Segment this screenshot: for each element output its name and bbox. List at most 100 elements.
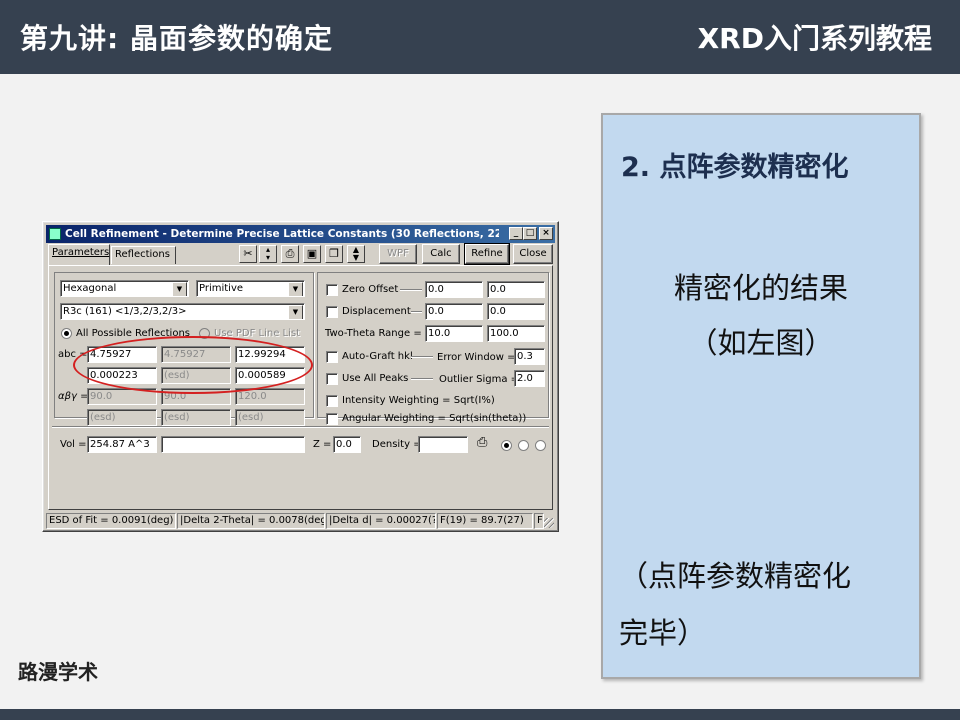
zero-offset-label: Zero Offset bbox=[342, 284, 399, 295]
output-radio-2[interactable] bbox=[518, 440, 529, 451]
tab-parameters-label: Parameters bbox=[52, 247, 110, 258]
dialog-title: Cell Refinement - Determine Precise Latt… bbox=[65, 228, 499, 240]
a-esd-field[interactable]: 0.000223 bbox=[87, 367, 157, 384]
all-reflections-radio[interactable] bbox=[61, 328, 72, 339]
two-theta-max-field[interactable]: 100.0 bbox=[487, 325, 545, 342]
cut-icon[interactable]: ✂ bbox=[239, 245, 257, 263]
abc-label: abc = bbox=[58, 349, 88, 360]
panel-complete-text: （点阵参数精密化 bbox=[619, 559, 852, 593]
printer-icon[interactable]: ⎙ bbox=[477, 436, 487, 449]
chevron-down-icon[interactable]: ▼ bbox=[288, 305, 303, 319]
displacement-label: Displacement bbox=[342, 306, 411, 317]
panel-see-left-text: （如左图） bbox=[688, 326, 834, 360]
error-window-label: Error Window = bbox=[437, 352, 516, 363]
space-group-value: R3c (161) <1/3,2/3,2/3> bbox=[63, 306, 187, 317]
close-button[interactable]: Close bbox=[513, 244, 553, 264]
error-window-field[interactable]: 0.3 bbox=[514, 348, 545, 365]
z-field[interactable]: 0.0 bbox=[333, 436, 361, 453]
status-bar: ESD of Fit = 0.0091(deg) |Delta 2-Theta|… bbox=[46, 513, 555, 529]
c-esd-field[interactable]: 0.000589 bbox=[235, 367, 305, 384]
space-group-select[interactable]: R3c (161) <1/3,2/3,2/3> ▼ bbox=[60, 303, 305, 320]
status-extra: F bbox=[534, 513, 544, 529]
footer-bar bbox=[0, 709, 960, 720]
calc-button[interactable]: Calc bbox=[422, 244, 460, 264]
slide-header: 第九讲: 晶面参数的确定 XRD入门系列教程 bbox=[0, 0, 960, 74]
formula-field[interactable] bbox=[161, 436, 305, 453]
use-all-peaks-checkbox[interactable] bbox=[326, 373, 338, 385]
tab-parameters[interactable]: Parameters bbox=[48, 244, 110, 265]
leader-line bbox=[411, 356, 433, 358]
volume-label: Vol = bbox=[60, 439, 87, 450]
updown-icon[interactable]: ▲ ▼ bbox=[347, 245, 365, 263]
result-panel: 2. 点阵参数精密化 精密化的结果 （如左图） （点阵参数精密化 完毕） bbox=[601, 113, 921, 679]
status-figure-of-merit: F(19) = 89.7(27) bbox=[437, 513, 533, 529]
angular-weighting-label: Angular Weighting = Sqrt(sin(theta)) bbox=[342, 413, 527, 424]
displacement-field-2[interactable]: 0.0 bbox=[487, 303, 545, 320]
status-delta-d: |Delta d| = 0.00027(?) bbox=[326, 513, 436, 529]
angles-label: αβγ = bbox=[58, 391, 89, 402]
zero-offset-field-1[interactable]: 0.0 bbox=[425, 281, 483, 298]
displacement-field-1[interactable]: 0.0 bbox=[425, 303, 483, 320]
auto-graft-label: Auto-Graft hkl bbox=[342, 351, 413, 362]
density-field[interactable] bbox=[418, 436, 468, 453]
refine-button[interactable]: Refine bbox=[464, 243, 510, 265]
displacement-checkbox[interactable] bbox=[326, 306, 338, 318]
gamma-esd-field[interactable]: (esd) bbox=[235, 409, 305, 426]
leader-line bbox=[400, 289, 422, 291]
alpha-field[interactable]: 90.0 bbox=[87, 388, 157, 405]
zero-offset-field-2[interactable]: 0.0 bbox=[487, 281, 545, 298]
a-field[interactable]: 4.75927 bbox=[87, 346, 157, 363]
pdf-line-list-label: Use PDF Line List bbox=[214, 328, 301, 339]
gamma-field[interactable]: 120.0 bbox=[235, 388, 305, 405]
save-icon[interactable]: ▣ bbox=[303, 245, 321, 263]
b-esd-field[interactable]: (esd) bbox=[161, 367, 231, 384]
beta-field[interactable]: 90.0 bbox=[161, 388, 231, 405]
c-field[interactable]: 12.99294 bbox=[235, 346, 305, 363]
crystal-system-select[interactable]: Hexagonal ▼ bbox=[60, 280, 189, 297]
two-theta-min-field[interactable]: 10.0 bbox=[425, 325, 483, 342]
status-delta-2theta: |Delta 2-Theta| = 0.0078(deg) bbox=[177, 513, 325, 529]
alpha-esd-field[interactable]: (esd) bbox=[87, 409, 157, 426]
output-radio-1[interactable] bbox=[501, 440, 512, 451]
angular-weighting-checkbox[interactable] bbox=[326, 413, 338, 425]
volume-field[interactable]: 254.87 A^3 bbox=[87, 436, 157, 453]
two-theta-range-label: Two-Theta Range = bbox=[325, 328, 422, 339]
panel-result-text: 精密化的结果 bbox=[673, 271, 848, 305]
intensity-weighting-label: Intensity Weighting = Sqrt(I%) bbox=[342, 395, 495, 406]
zero-offset-checkbox[interactable] bbox=[326, 284, 338, 296]
slide-title: 第九讲: 晶面参数的确定 bbox=[20, 22, 333, 55]
leader-line bbox=[411, 378, 433, 380]
tab-reflections-label: Reflections bbox=[115, 249, 170, 260]
dialog-titlebar[interactable]: Cell Refinement - Determine Precise Latt… bbox=[46, 225, 555, 243]
chevron-down-icon[interactable]: ▼ bbox=[172, 282, 187, 296]
panel-heading: 2. 点阵参数精密化 bbox=[621, 152, 849, 183]
lattice-type-value: Primitive bbox=[199, 283, 244, 294]
tab-reflections[interactable]: Reflections bbox=[111, 246, 176, 264]
pdf-line-list-radio[interactable] bbox=[199, 328, 210, 339]
printer-icon[interactable]: ⎙ bbox=[281, 245, 299, 263]
parameters-pane: Hexagonal ▼ Primitive ▼ R3c (161) <1/3,2… bbox=[48, 265, 553, 510]
minimize-button[interactable]: _ bbox=[509, 227, 523, 240]
output-radio-3[interactable] bbox=[535, 440, 546, 451]
maximize-button[interactable]: □ bbox=[523, 227, 537, 240]
wpf-button[interactable]: WPF bbox=[379, 244, 417, 264]
chevron-down-icon[interactable]: ▼ bbox=[288, 282, 303, 296]
density-label: Density = bbox=[372, 439, 422, 450]
copy-icon[interactable]: ❐ bbox=[325, 245, 343, 263]
lattice-type-select[interactable]: Primitive ▼ bbox=[196, 280, 305, 297]
all-reflections-label: All Possible Reflections bbox=[76, 328, 190, 339]
close-window-button[interactable]: × bbox=[539, 227, 553, 240]
stepper-icon[interactable]: ▴ ▾ bbox=[259, 245, 277, 263]
cell-refinement-dialog: Cell Refinement - Determine Precise Latt… bbox=[42, 221, 559, 532]
auto-graft-checkbox[interactable] bbox=[326, 351, 338, 363]
z-label: Z = bbox=[313, 439, 332, 450]
resize-grip[interactable] bbox=[544, 518, 554, 528]
footer-brand: 路漫学术 bbox=[18, 660, 98, 684]
status-esd-fit: ESD of Fit = 0.0091(deg) bbox=[46, 513, 176, 529]
leader-line bbox=[411, 311, 422, 313]
panel-complete-text-2: 完毕） bbox=[619, 616, 707, 650]
outlier-sigma-field[interactable]: 2.0 bbox=[514, 370, 545, 387]
b-field[interactable]: 4.75927 bbox=[161, 346, 231, 363]
intensity-weighting-checkbox[interactable] bbox=[326, 395, 338, 407]
beta-esd-field[interactable]: (esd) bbox=[161, 409, 231, 426]
